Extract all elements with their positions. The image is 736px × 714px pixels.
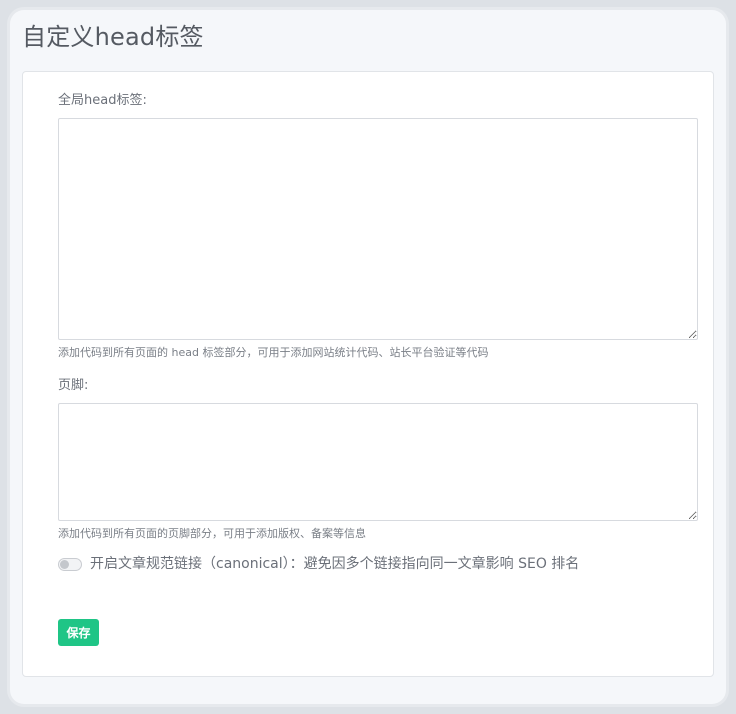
settings-panel: 自定义head标签 全局head标签: 添加代码到所有页面的 head 标签部分… [10,10,726,704]
settings-card: 全局head标签: 添加代码到所有页面的 head 标签部分，可用于添加网站统计… [22,71,714,677]
page-title: 自定义head标签 [22,23,204,51]
head-tag-help-text: 添加代码到所有页面的 head 标签部分，可用于添加网站统计代码、站长平台验证等… [58,346,489,359]
save-button[interactable]: 保存 [58,619,99,646]
footer-label: 页脚: [58,378,89,393]
footer-help-text: 添加代码到所有页面的页脚部分，可用于添加版权、备案等信息 [58,527,366,540]
footer-textarea[interactable] [58,403,698,521]
canonical-toggle-label: 开启文章规范链接（canonical）：避免因多个链接指向同一文章影响 SEO … [90,556,580,572]
canonical-toggle[interactable] [58,558,82,571]
head-tag-textarea[interactable] [58,118,698,340]
toggle-knob [60,560,69,569]
head-tag-label: 全局head标签: [58,93,147,108]
